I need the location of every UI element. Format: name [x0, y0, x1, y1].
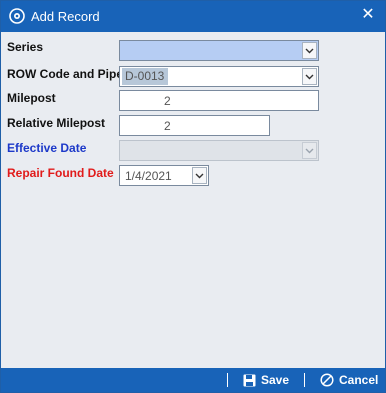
- close-icon[interactable]: ✕: [359, 6, 377, 24]
- title-bar: Add Record ✕: [1, 1, 385, 32]
- relative-milepost-input[interactable]: 2: [119, 115, 270, 136]
- app-gear-icon: [9, 8, 25, 24]
- repair-found-date-label: Repair Found Date: [7, 166, 114, 180]
- relative-milepost-label: Relative Milepost: [7, 116, 106, 130]
- add-record-window: Add Record ✕ Series ROW Code and Pipe D-…: [0, 0, 386, 393]
- repair-found-date-value: 1/4/2021: [125, 169, 172, 183]
- footer-bar: Save Cancel: [1, 368, 385, 392]
- window-title: Add Record: [31, 9, 100, 24]
- relative-milepost-value: 2: [164, 119, 171, 133]
- series-label: Series: [7, 40, 44, 54]
- cancel-button[interactable]: Cancel: [320, 372, 378, 388]
- row-code-value: D-0013: [122, 68, 168, 85]
- row-code-label: ROW Code and Pipe: [7, 67, 124, 81]
- milepost-value: 2: [164, 94, 171, 108]
- save-button[interactable]: Save: [243, 372, 289, 388]
- milepost-label: Milepost: [7, 91, 56, 105]
- cancel-label: Cancel: [339, 373, 379, 387]
- repair-found-date-picker[interactable]: 1/4/2021: [119, 165, 209, 186]
- chevron-down-icon[interactable]: [302, 42, 317, 59]
- footer-divider: [304, 373, 305, 387]
- chevron-down-icon[interactable]: [192, 167, 207, 184]
- save-label: Save: [261, 373, 290, 387]
- series-dropdown[interactable]: [119, 40, 319, 61]
- cancel-icon: [320, 373, 334, 387]
- effective-date-label: Effective Date: [7, 141, 87, 155]
- chevron-down-icon[interactable]: [302, 68, 317, 85]
- effective-date-dropdown: [119, 140, 319, 161]
- footer-divider: [227, 373, 228, 387]
- chevron-down-icon: [302, 142, 317, 159]
- milepost-input[interactable]: 2: [119, 90, 319, 111]
- row-code-dropdown[interactable]: D-0013: [119, 66, 319, 87]
- save-icon: [243, 374, 256, 386]
